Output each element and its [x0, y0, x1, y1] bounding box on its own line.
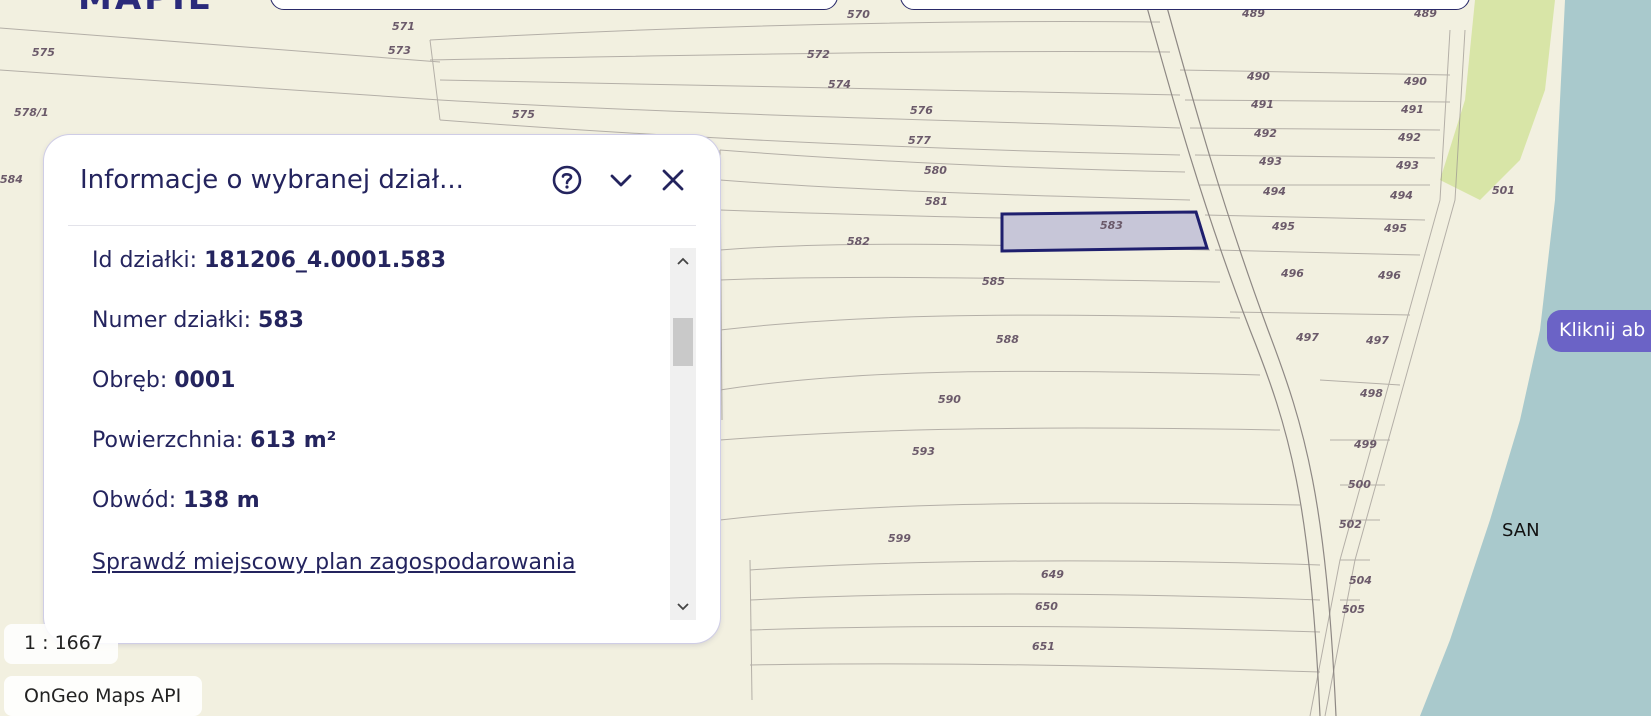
parcel-label: 495 [1271, 220, 1295, 233]
click-hint-tooltip[interactable]: Kliknij ab [1547, 310, 1651, 352]
parcel-label: 593 [912, 445, 935, 458]
parcel-label: 490 [1403, 75, 1427, 88]
info-row-area: Powierzchnia: 613 m² [92, 428, 336, 453]
parcel-label: 571 [392, 20, 415, 33]
row-label: Id działki: [92, 248, 198, 273]
parcel-label: 497 [1365, 334, 1389, 347]
parcel-label: 576 [910, 104, 933, 117]
parcel-label: 491 [1250, 98, 1274, 111]
scroll-down-button[interactable] [670, 594, 696, 620]
parcel-label: 498 [1359, 387, 1383, 400]
parcel-label: 590 [938, 393, 961, 406]
parcel-label: 572 [807, 48, 830, 61]
attribution-text: OnGeo Maps API [24, 685, 182, 707]
panel-content[interactable]: Id działki: 181206_4.0001.583 Numer dzia… [80, 248, 700, 638]
parcel-label: 491 [1400, 103, 1424, 116]
parcel-label: 494 [1389, 189, 1413, 202]
scale-text: 1 : 1667 [24, 632, 103, 654]
info-row-number: Numer działki: 583 [92, 308, 304, 333]
row-value: 181206_4.0001.583 [204, 248, 447, 273]
search-box[interactable] [270, 0, 838, 10]
parcel-label: 575 [32, 46, 55, 59]
close-button[interactable] [656, 163, 690, 197]
river-label: SAN [1502, 520, 1540, 541]
parcel-label: 582 [847, 235, 870, 248]
help-button[interactable] [550, 163, 584, 197]
parcel-label: 578/1 [14, 106, 49, 119]
info-row-perimeter: Obwód: 138 m [92, 488, 260, 513]
app-logo[interactable]: MAPIE [78, 0, 214, 18]
scroll-thumb[interactable] [673, 318, 693, 366]
parcel-label: 502 [1339, 518, 1362, 531]
map-scale: 1 : 1667 [4, 624, 118, 664]
parcel-label: 499 [1353, 438, 1377, 451]
parcel-label: 580 [924, 164, 947, 177]
parcel-label: 584 [0, 173, 23, 186]
parcel-label: 496 [1377, 269, 1401, 282]
parcel-info-panel: Informacje o wybranej dział... Id działk… [44, 135, 720, 643]
parcel-label: 585 [982, 275, 1005, 288]
parcel-label: 505 [1342, 603, 1365, 616]
zoning-plan-link[interactable]: Sprawdź miejscowy plan zagospodarowania [92, 550, 575, 575]
info-row-precinct: Obręb: 0001 [92, 368, 235, 393]
parcel-label: 649 [1041, 568, 1064, 581]
close-icon [662, 169, 684, 191]
parcel-label: 504 [1349, 574, 1372, 587]
collapse-button[interactable] [604, 163, 638, 197]
row-value: 0001 [174, 368, 236, 393]
parcel-label: 493 [1395, 159, 1419, 172]
panel-divider [68, 225, 696, 226]
address-search-box[interactable] [900, 0, 1470, 10]
help-circle-icon [552, 165, 582, 195]
panel-title: Informacje o wybranej dział... [80, 165, 464, 195]
parcel-label: 651 [1032, 640, 1055, 653]
parcel-label: 490 [1246, 70, 1270, 83]
parcel-label: 599 [888, 532, 911, 545]
map-attribution[interactable]: OnGeo Maps API [4, 676, 202, 716]
parcel-label: 492 [1253, 127, 1277, 140]
parcel-label: 575 [512, 108, 535, 121]
parcel-label: 494 [1262, 185, 1286, 198]
row-label: Numer działki: [92, 308, 252, 333]
panel-scrollbar[interactable] [670, 248, 696, 620]
row-label: Obwód: [92, 488, 177, 513]
parcel-label: 497 [1295, 331, 1319, 344]
parcel-label: 650 [1035, 600, 1058, 613]
parcel-label-selected: 583 [1100, 219, 1123, 232]
tooltip-text: Kliknij ab [1559, 319, 1646, 341]
scroll-up-button[interactable] [670, 248, 696, 274]
row-label: Obręb: [92, 368, 168, 393]
parcel-label: 492 [1397, 131, 1421, 144]
row-label: Powierzchnia: [92, 428, 244, 453]
parcel-label: 501 [1492, 184, 1515, 197]
parcel-label: 496 [1280, 267, 1304, 280]
parcel-label: 588 [996, 333, 1019, 346]
parcel-label: 495 [1383, 222, 1407, 235]
row-value: 138 m [183, 488, 260, 513]
parcel-label: 581 [925, 195, 948, 208]
chevron-up-icon [677, 257, 689, 265]
info-row-id: Id działki: 181206_4.0001.583 [92, 248, 446, 273]
parcel-label: 573 [388, 44, 411, 57]
parcel-label: 493 [1258, 155, 1282, 168]
parcel-label: 577 [908, 134, 931, 147]
row-value: 583 [258, 308, 304, 333]
row-value: 613 m² [250, 428, 337, 453]
parcel-label: 574 [828, 78, 851, 91]
chevron-down-icon [610, 174, 632, 187]
chevron-down-small-icon [677, 603, 689, 611]
parcel-label: 570 [847, 8, 870, 21]
parcel-label: 500 [1348, 478, 1371, 491]
